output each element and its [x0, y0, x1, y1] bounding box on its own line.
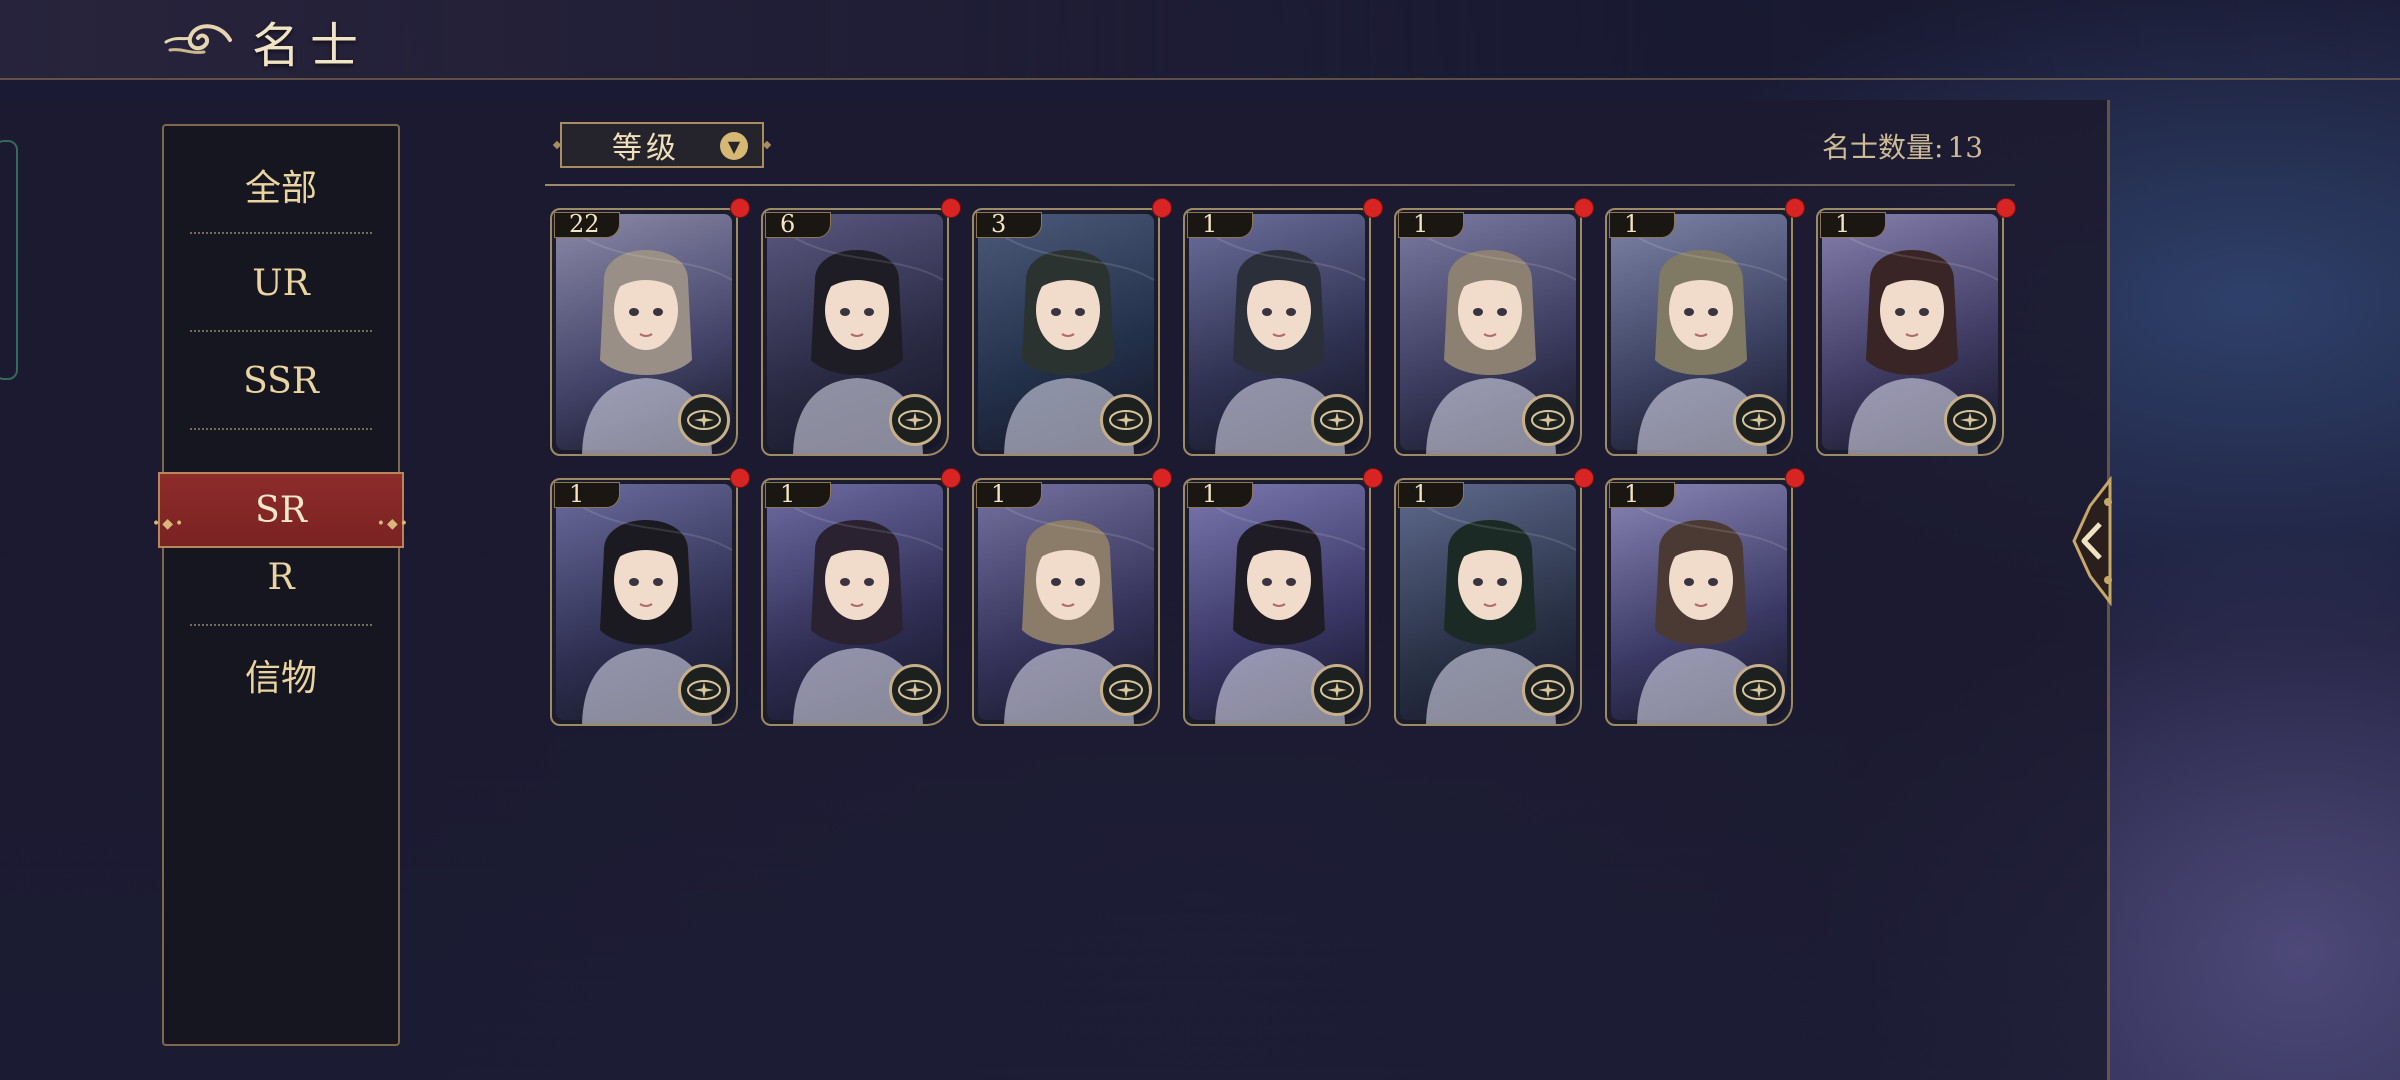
eye-compass-icon — [1320, 410, 1354, 430]
eye-compass-icon — [1531, 410, 1565, 430]
left-edge-tab[interactable] — [0, 140, 18, 380]
character-card[interactable]: 22 — [550, 208, 738, 456]
sort-dropdown[interactable]: 等级 ▼ — [552, 122, 772, 168]
compass-badge-icon[interactable] — [1311, 664, 1363, 716]
compass-badge-icon[interactable] — [1100, 394, 1152, 446]
character-card[interactable]: 1 — [1816, 208, 2004, 456]
eye-compass-icon — [1742, 410, 1776, 430]
page-title: 名士 — [252, 18, 369, 74]
character-card[interactable]: 1 — [1394, 208, 1582, 456]
character-card[interactable]: 1 — [1605, 478, 1793, 726]
top-header-bar: 名士 — [0, 0, 2400, 80]
compass-badge-icon[interactable] — [1522, 664, 1574, 716]
count-value: 13 — [1947, 131, 1984, 164]
level-tag: 6 — [765, 212, 831, 238]
eye-compass-icon — [1109, 680, 1143, 700]
character-count: 名士数量: 13 — [1818, 126, 1983, 166]
character-card[interactable]: 1 — [761, 478, 949, 726]
compass-badge-icon[interactable] — [889, 394, 941, 446]
compass-badge-icon[interactable] — [889, 664, 941, 716]
new-notification-dot — [1152, 468, 1172, 488]
eye-compass-icon — [687, 410, 721, 430]
level-tag: 1 — [976, 482, 1042, 508]
cloud-swirl-icon — [164, 24, 232, 54]
level-tag: 1 — [765, 482, 831, 508]
new-notification-dot — [730, 198, 750, 218]
filter-tab-label: UR — [252, 262, 310, 304]
expand-arrow-button[interactable] — [2070, 476, 2116, 606]
eye-compass-icon — [1109, 410, 1143, 430]
level-tag: 1 — [1187, 482, 1253, 508]
eye-compass-icon — [1742, 680, 1776, 700]
character-card[interactable]: 1 — [550, 478, 738, 726]
filter-tab-ssr[interactable]: SSR — [164, 332, 398, 430]
compass-badge-icon[interactable] — [1733, 664, 1785, 716]
filter-tab-label: 信物 — [244, 658, 317, 699]
compass-badge-icon[interactable] — [1100, 664, 1152, 716]
character-card[interactable]: 1 — [972, 478, 1160, 726]
character-card[interactable]: 1 — [1605, 208, 1793, 456]
compass-badge-icon[interactable] — [1733, 394, 1785, 446]
new-notification-dot — [941, 468, 961, 488]
character-card[interactable]: 1 — [1394, 478, 1582, 726]
eye-compass-icon — [1531, 680, 1565, 700]
new-notification-dot — [1363, 468, 1383, 488]
level-tag: 1 — [554, 482, 620, 508]
character-card[interactable]: 1 — [1183, 478, 1371, 726]
new-notification-dot — [730, 468, 750, 488]
level-tag: 22 — [554, 212, 620, 238]
compass-badge-icon[interactable] — [1522, 394, 1574, 446]
eye-compass-icon — [898, 410, 932, 430]
eye-compass-icon — [1953, 410, 1987, 430]
eye-compass-icon — [898, 680, 932, 700]
level-tag: 3 — [976, 212, 1042, 238]
level-tag: 1 — [1820, 212, 1886, 238]
filter-tab-label: SSR — [243, 360, 319, 402]
filter-tab-ur[interactable]: UR — [164, 234, 398, 332]
compass-badge-icon[interactable] — [678, 664, 730, 716]
new-notification-dot — [1996, 198, 2016, 218]
divider — [545, 184, 2015, 186]
filter-tab-label: 全部 — [244, 168, 317, 209]
new-notification-dot — [1785, 468, 1805, 488]
character-card[interactable]: 6 — [761, 208, 949, 456]
new-notification-dot — [1152, 198, 1172, 218]
level-tag: 1 — [1609, 482, 1675, 508]
new-notification-dot — [1363, 198, 1383, 218]
rarity-filter-sidebar: 全部 UR SSR •◆• SR •◆• R 信物 — [152, 124, 408, 1046]
new-notification-dot — [1785, 198, 1805, 218]
level-tag: 1 — [1398, 212, 1464, 238]
compass-badge-icon[interactable] — [678, 394, 730, 446]
sort-dropdown-label: 等级 — [612, 131, 680, 166]
new-notification-dot — [1574, 468, 1594, 488]
new-notification-dot — [1574, 198, 1594, 218]
filter-tab-all[interactable]: 全部 — [164, 136, 398, 234]
filter-tab-label: R — [267, 556, 295, 598]
filter-tab-r[interactable]: R — [164, 528, 398, 626]
level-tag: 1 — [1187, 212, 1253, 238]
compass-badge-icon[interactable] — [1944, 394, 1996, 446]
level-tag: 1 — [1609, 212, 1675, 238]
character-card[interactable]: 3 — [972, 208, 1160, 456]
chevron-down-icon: ▼ — [720, 132, 748, 160]
eye-compass-icon — [687, 680, 721, 700]
divider — [190, 428, 372, 430]
level-tag: 1 — [1398, 482, 1464, 508]
filter-tab-tokens[interactable]: 信物 — [164, 626, 398, 724]
new-notification-dot — [941, 198, 961, 218]
character-card[interactable]: 1 — [1183, 208, 1371, 456]
compass-badge-icon[interactable] — [1311, 394, 1363, 446]
filter-tab-label: SR — [255, 489, 307, 531]
count-label: 名士数量: — [1822, 131, 1944, 164]
eye-compass-icon — [1320, 680, 1354, 700]
